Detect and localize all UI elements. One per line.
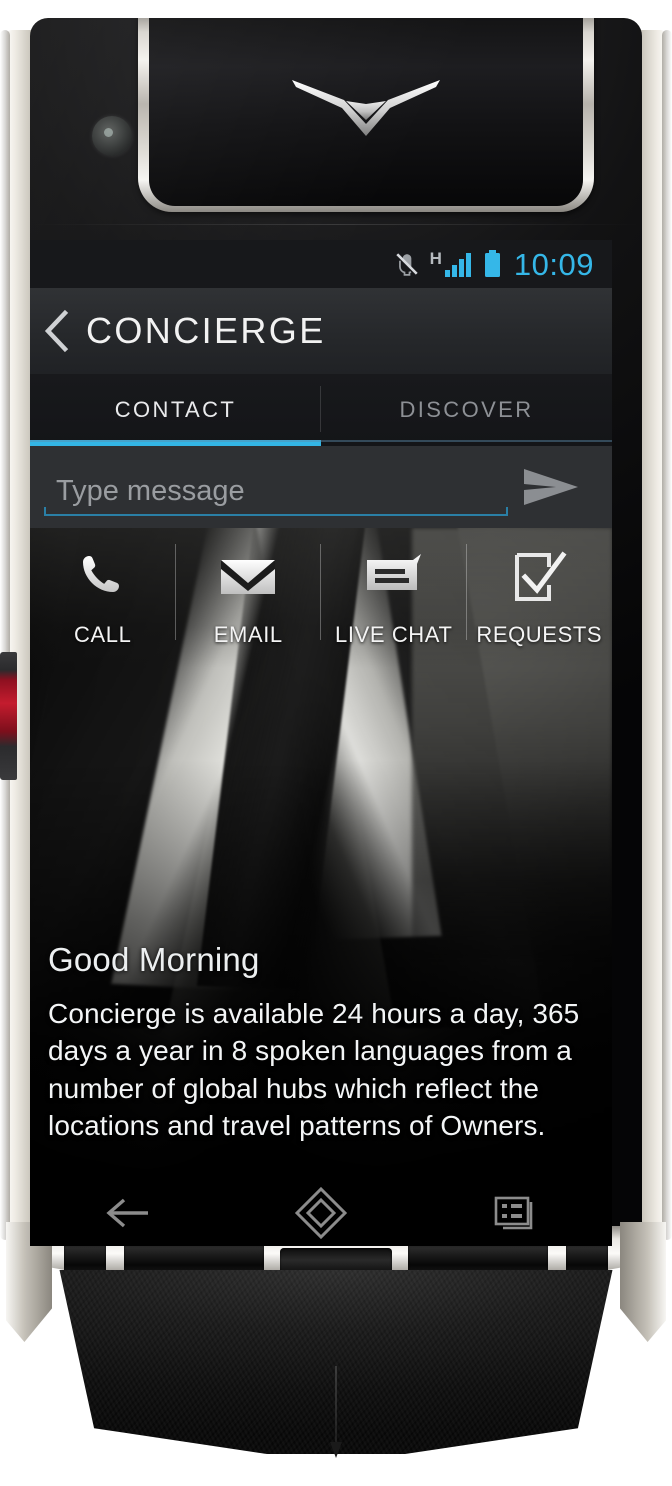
chevron-left-icon — [44, 309, 69, 353]
screen: H 10:09 CONCIERGE CONTACT DISCOVER Type … — [30, 240, 612, 1180]
quick-actions-row: CALL EMAIL LIVE CHAT REQUESTS — [30, 538, 612, 666]
leather-back-panel — [59, 1270, 613, 1454]
camera-lens-glint — [104, 128, 113, 137]
arrow-left-icon — [106, 1198, 148, 1228]
bezel-hairline — [30, 224, 642, 225]
vertu-v-logo — [292, 80, 440, 136]
quick-action-requests-label: REQUESTS — [476, 622, 603, 647]
top-bezel-plate — [149, 18, 583, 206]
compose-bar: Type message — [30, 446, 612, 528]
tab-discover-label: DISCOVER — [399, 397, 534, 422]
tab-bar-baseline — [30, 440, 612, 442]
nav-back-button[interactable] — [67, 1180, 187, 1246]
send-button[interactable] — [508, 446, 594, 528]
tab-bar: CONTACT DISCOVER — [30, 374, 612, 446]
envelope-icon — [218, 546, 278, 608]
nav-home-button[interactable] — [261, 1180, 381, 1246]
action-bar: CONCIERGE — [30, 288, 612, 374]
quick-action-email-label: EMAIL — [213, 622, 283, 647]
right-rail-shadow — [662, 30, 672, 1240]
quick-action-requests[interactable]: REQUESTS — [467, 538, 613, 666]
front-camera — [92, 116, 132, 156]
quick-action-live-chat-label: LIVE CHAT — [335, 622, 453, 647]
bottom-right-rail — [620, 1222, 666, 1342]
nav-recents-button[interactable] — [455, 1180, 575, 1246]
status-bar: H 10:09 — [30, 240, 612, 288]
phone-device: H 10:09 CONCIERGE CONTACT DISCOVER Type … — [0, 0, 672, 1468]
greeting-text: Good Morning — [48, 941, 260, 979]
message-input-underline — [44, 507, 508, 516]
chat-bubble-icon — [363, 546, 425, 608]
page-title: CONCIERGE — [86, 310, 326, 351]
send-arrow-icon — [524, 469, 578, 505]
status-icons: H — [394, 250, 501, 278]
signal-bars-icon — [444, 253, 471, 277]
tab-discover[interactable]: DISCOVER — [321, 374, 612, 446]
quick-action-call[interactable]: CALL — [30, 538, 176, 666]
ruby-side-key[interactable] — [0, 652, 17, 780]
status-time: 10:09 — [513, 246, 594, 282]
recent-apps-icon — [494, 1196, 533, 1230]
left-rail-shadow — [0, 30, 10, 1240]
description-text: Concierge is available 24 hours a day, 3… — [48, 998, 580, 1141]
greeting-block: Good Morning Concierge is available 24 h… — [48, 941, 594, 1144]
back-button[interactable] — [30, 288, 86, 374]
message-input[interactable]: Type message — [44, 458, 508, 516]
diamond-home-icon — [294, 1186, 348, 1240]
mute-vibrate-icon — [395, 253, 418, 276]
battery-icon — [484, 250, 500, 277]
network-type-label: H — [429, 249, 442, 268]
tab-contact[interactable]: CONTACT — [30, 374, 321, 446]
message-input-placeholder: Type message — [56, 475, 245, 507]
navigation-bar — [30, 1180, 612, 1246]
bottom-assembly — [0, 1222, 672, 1468]
quick-action-call-label: CALL — [74, 622, 132, 647]
leather-seam — [335, 1366, 337, 1454]
signal-h-icon: H — [430, 250, 474, 278]
checklist-icon — [511, 546, 567, 608]
quick-action-live-chat[interactable]: LIVE CHAT — [321, 538, 467, 666]
phone-icon — [75, 546, 131, 608]
tab-contact-label: CONTACT — [114, 397, 237, 422]
content-area: CALL EMAIL LIVE CHAT REQUESTS Good Morni… — [30, 528, 612, 1180]
quick-action-email[interactable]: EMAIL — [176, 538, 321, 666]
